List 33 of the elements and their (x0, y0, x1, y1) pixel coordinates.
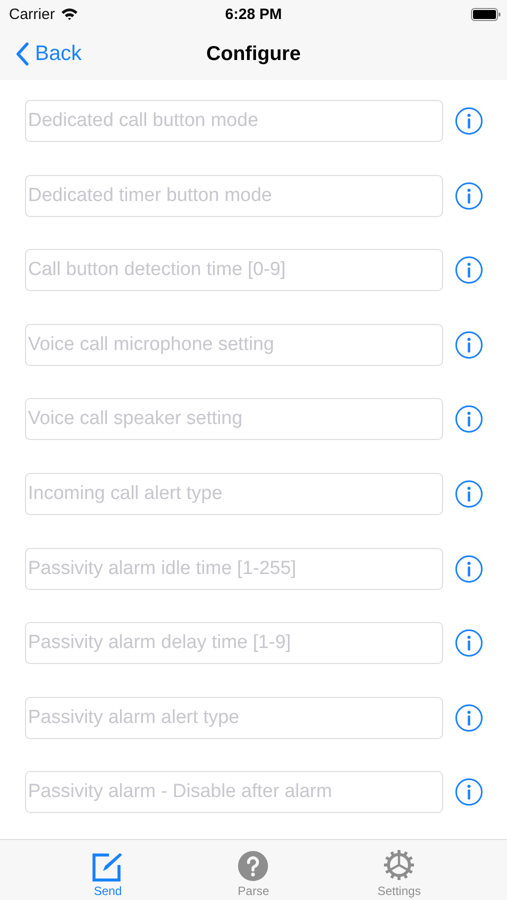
battery-icon (471, 8, 501, 20)
gear-icon (382, 848, 416, 882)
input-field[interactable]: Voice call speaker setting (25, 398, 443, 440)
info-icon[interactable] (455, 330, 483, 359)
input-field[interactable]: Passivity alarm - Disable after alarm (25, 771, 443, 814)
input-field[interactable]: Voice call microphone setting (25, 324, 443, 366)
input-field[interactable]: Passivity alarm idle time [1-255] (25, 548, 443, 590)
input-field[interactable]: Call button detection time [0-9] (25, 249, 443, 292)
info-icon[interactable] (455, 629, 483, 658)
screen-title: Configure (206, 42, 301, 66)
input-field[interactable]: Dedicated timer button mode (25, 174, 443, 217)
input-field[interactable]: Dedicated call button mode (25, 100, 443, 142)
info-icon[interactable] (455, 704, 483, 732)
back-button[interactable]: Back (0, 42, 82, 66)
info-icon[interactable] (455, 182, 483, 210)
info-icon[interactable] (455, 107, 483, 135)
status-time: 6:28 PM (225, 6, 282, 22)
info-icon[interactable] (455, 405, 483, 434)
input-field[interactable]: Passivity alarm delay time [1-9] (25, 622, 443, 664)
compose-icon (90, 850, 125, 882)
tab-item[interactable]: Settings (354, 840, 444, 900)
input-field[interactable]: Incoming call alert type (25, 472, 443, 515)
info-icon[interactable] (455, 554, 483, 583)
carrier-name: Carrier (9, 6, 55, 22)
help-icon (237, 850, 270, 882)
info-icon[interactable] (455, 256, 483, 284)
wifi-icon (60, 8, 78, 20)
chevron-left-icon (15, 42, 29, 66)
tab-item[interactable]: Send (62, 840, 153, 900)
tab-item[interactable]: Parse (208, 840, 298, 900)
input-field[interactable]: Passivity alarm alert type (25, 696, 443, 739)
info-icon[interactable] (455, 778, 483, 806)
info-icon[interactable] (455, 480, 483, 508)
